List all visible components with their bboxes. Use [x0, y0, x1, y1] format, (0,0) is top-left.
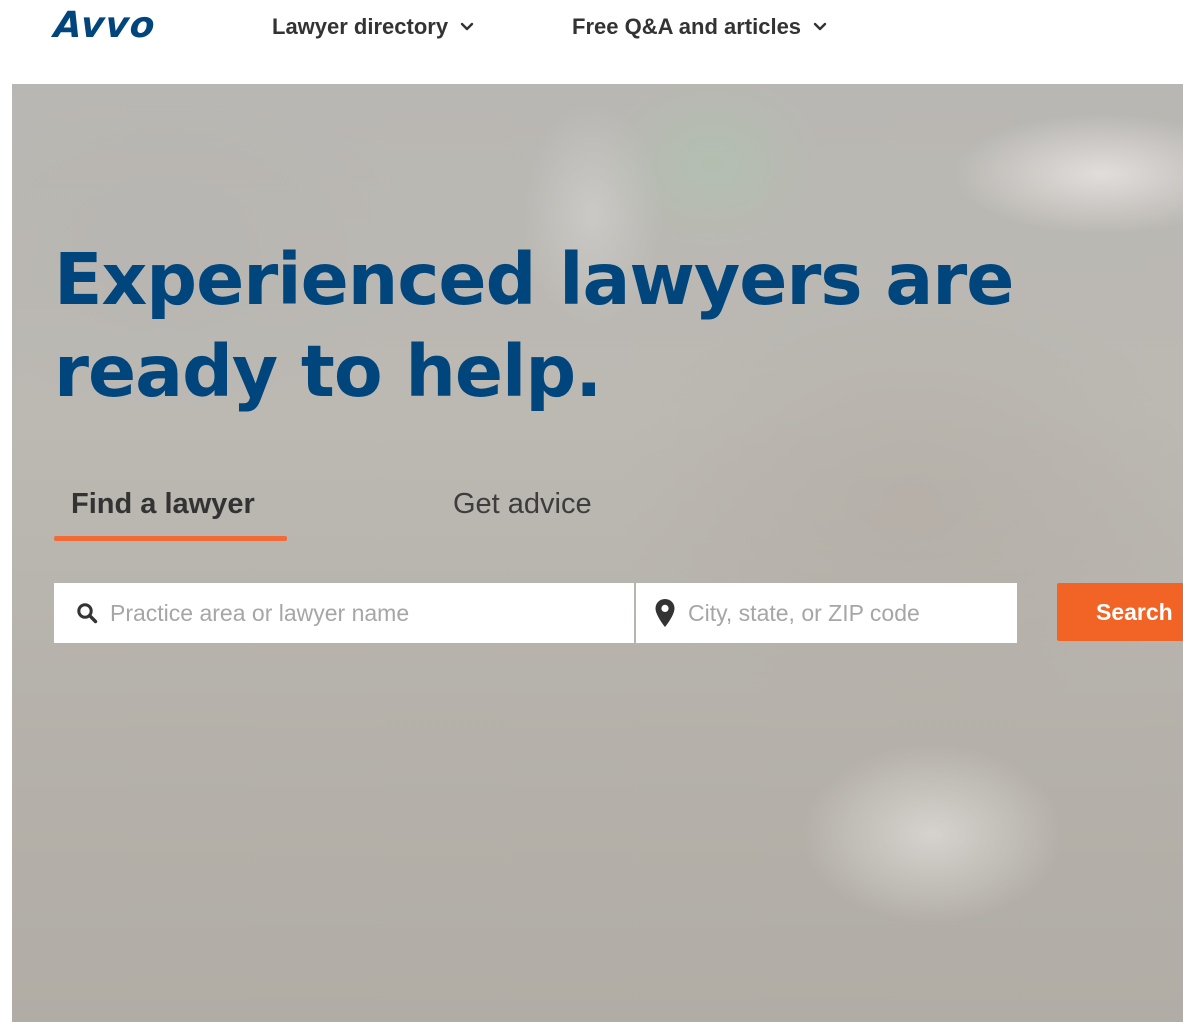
location-input[interactable]	[686, 598, 1017, 628]
map-pin-icon	[655, 599, 675, 627]
tab-get-advice[interactable]: Get advice	[453, 479, 592, 529]
search-icon	[77, 603, 98, 624]
practice-search-field	[54, 583, 634, 643]
chevron-down-icon	[460, 22, 474, 31]
chevron-down-icon	[813, 22, 827, 31]
hero-section: Experienced lawyers are ready to help. F…	[12, 84, 1183, 1022]
hero-headline: Experienced lawyers are ready to help.	[54, 234, 1054, 418]
avvo-home-page: Avvo Lawyer directory Free Q&A and artic…	[0, 0, 1183, 1022]
hero-headline-line-2: ready to help.	[54, 330, 602, 413]
nav-free-qa-articles-label: Free Q&A and articles	[572, 14, 802, 39]
nav-lawyer-directory-label: Lawyer directory	[272, 14, 449, 39]
avvo-logo[interactable]: Avvo	[52, 4, 157, 48]
location-search-field	[636, 583, 1017, 643]
top-nav: Avvo Lawyer directory Free Q&A and artic…	[0, 0, 1183, 84]
search-button[interactable]: Search	[1057, 583, 1183, 641]
nav-free-qa-articles[interactable]: Free Q&A and articles	[572, 12, 827, 42]
nav-lawyer-directory[interactable]: Lawyer directory	[272, 12, 474, 42]
practice-area-input[interactable]	[108, 598, 634, 628]
hero-headline-line-1: Experienced lawyers are	[54, 238, 1014, 321]
tab-find-a-lawyer[interactable]: Find a lawyer	[54, 479, 287, 541]
